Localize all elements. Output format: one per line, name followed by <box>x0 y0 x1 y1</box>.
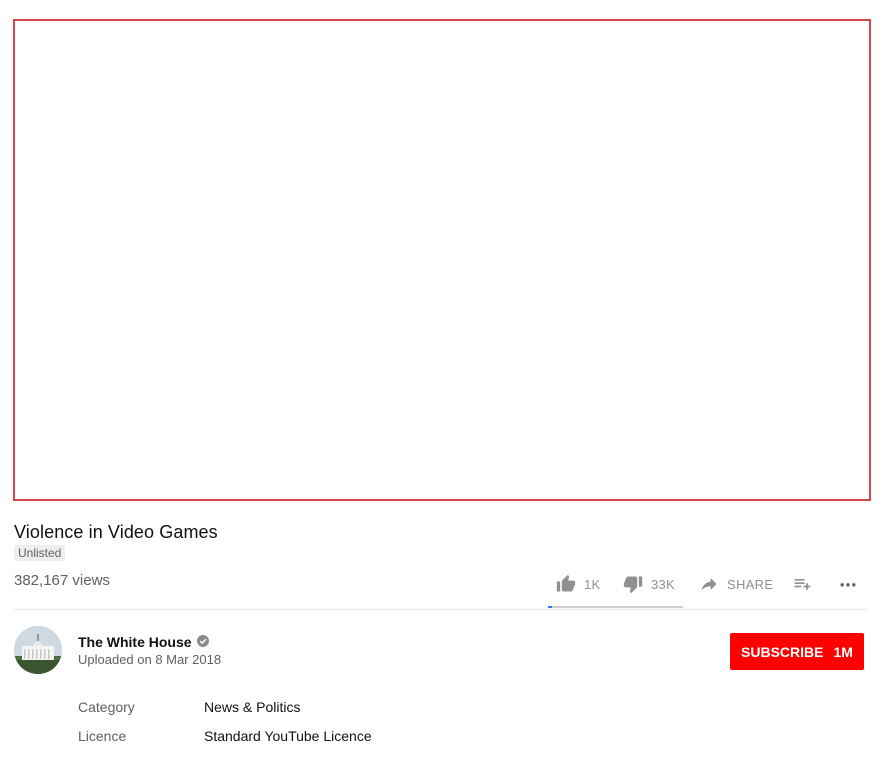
thumb-up-icon <box>556 574 576 594</box>
category-label: Category <box>78 699 135 715</box>
dislike-button[interactable]: 33K <box>623 572 675 596</box>
video-player[interactable] <box>13 19 871 501</box>
channel-name[interactable]: The White House <box>78 634 209 650</box>
add-to-playlist-icon <box>792 574 812 594</box>
share-label: SHARE <box>727 576 774 592</box>
video-title: Violence in Video Games <box>14 522 218 542</box>
subscribe-label: SUBSCRIBE <box>741 643 824 660</box>
share-button[interactable]: SHARE <box>699 572 773 596</box>
video-actions: 1K 33K SHARE <box>548 568 868 608</box>
divider <box>14 609 868 610</box>
more-icon <box>838 574 858 594</box>
licence-value: Standard YouTube Licence <box>204 728 372 744</box>
visibility-badge: Unlisted <box>14 545 66 561</box>
thumb-down-icon <box>623 574 643 594</box>
licence-label: Licence <box>78 728 127 744</box>
view-count: 382,167 views <box>14 572 110 589</box>
white-house-image <box>14 626 62 674</box>
channel-name-text: The White House <box>78 634 192 650</box>
channel-avatar[interactable] <box>14 626 62 674</box>
share-icon <box>699 574 719 594</box>
dislike-count: 33K <box>651 576 676 592</box>
sentiment-bar <box>548 606 683 608</box>
like-count: 1K <box>584 576 601 592</box>
category-value[interactable]: News & Politics <box>204 699 300 715</box>
upload-date: Uploaded on 8 Mar 2018 <box>78 652 222 667</box>
subscribe-button[interactable]: SUBSCRIBE 1M <box>730 633 864 670</box>
like-button[interactable]: 1K <box>556 572 601 596</box>
subscriber-count: 1M <box>833 643 853 660</box>
more-actions-button[interactable] <box>838 572 858 596</box>
verified-icon <box>196 634 209 650</box>
like-ratio-fill <box>548 606 553 608</box>
add-to-playlist-button[interactable] <box>792 572 812 596</box>
